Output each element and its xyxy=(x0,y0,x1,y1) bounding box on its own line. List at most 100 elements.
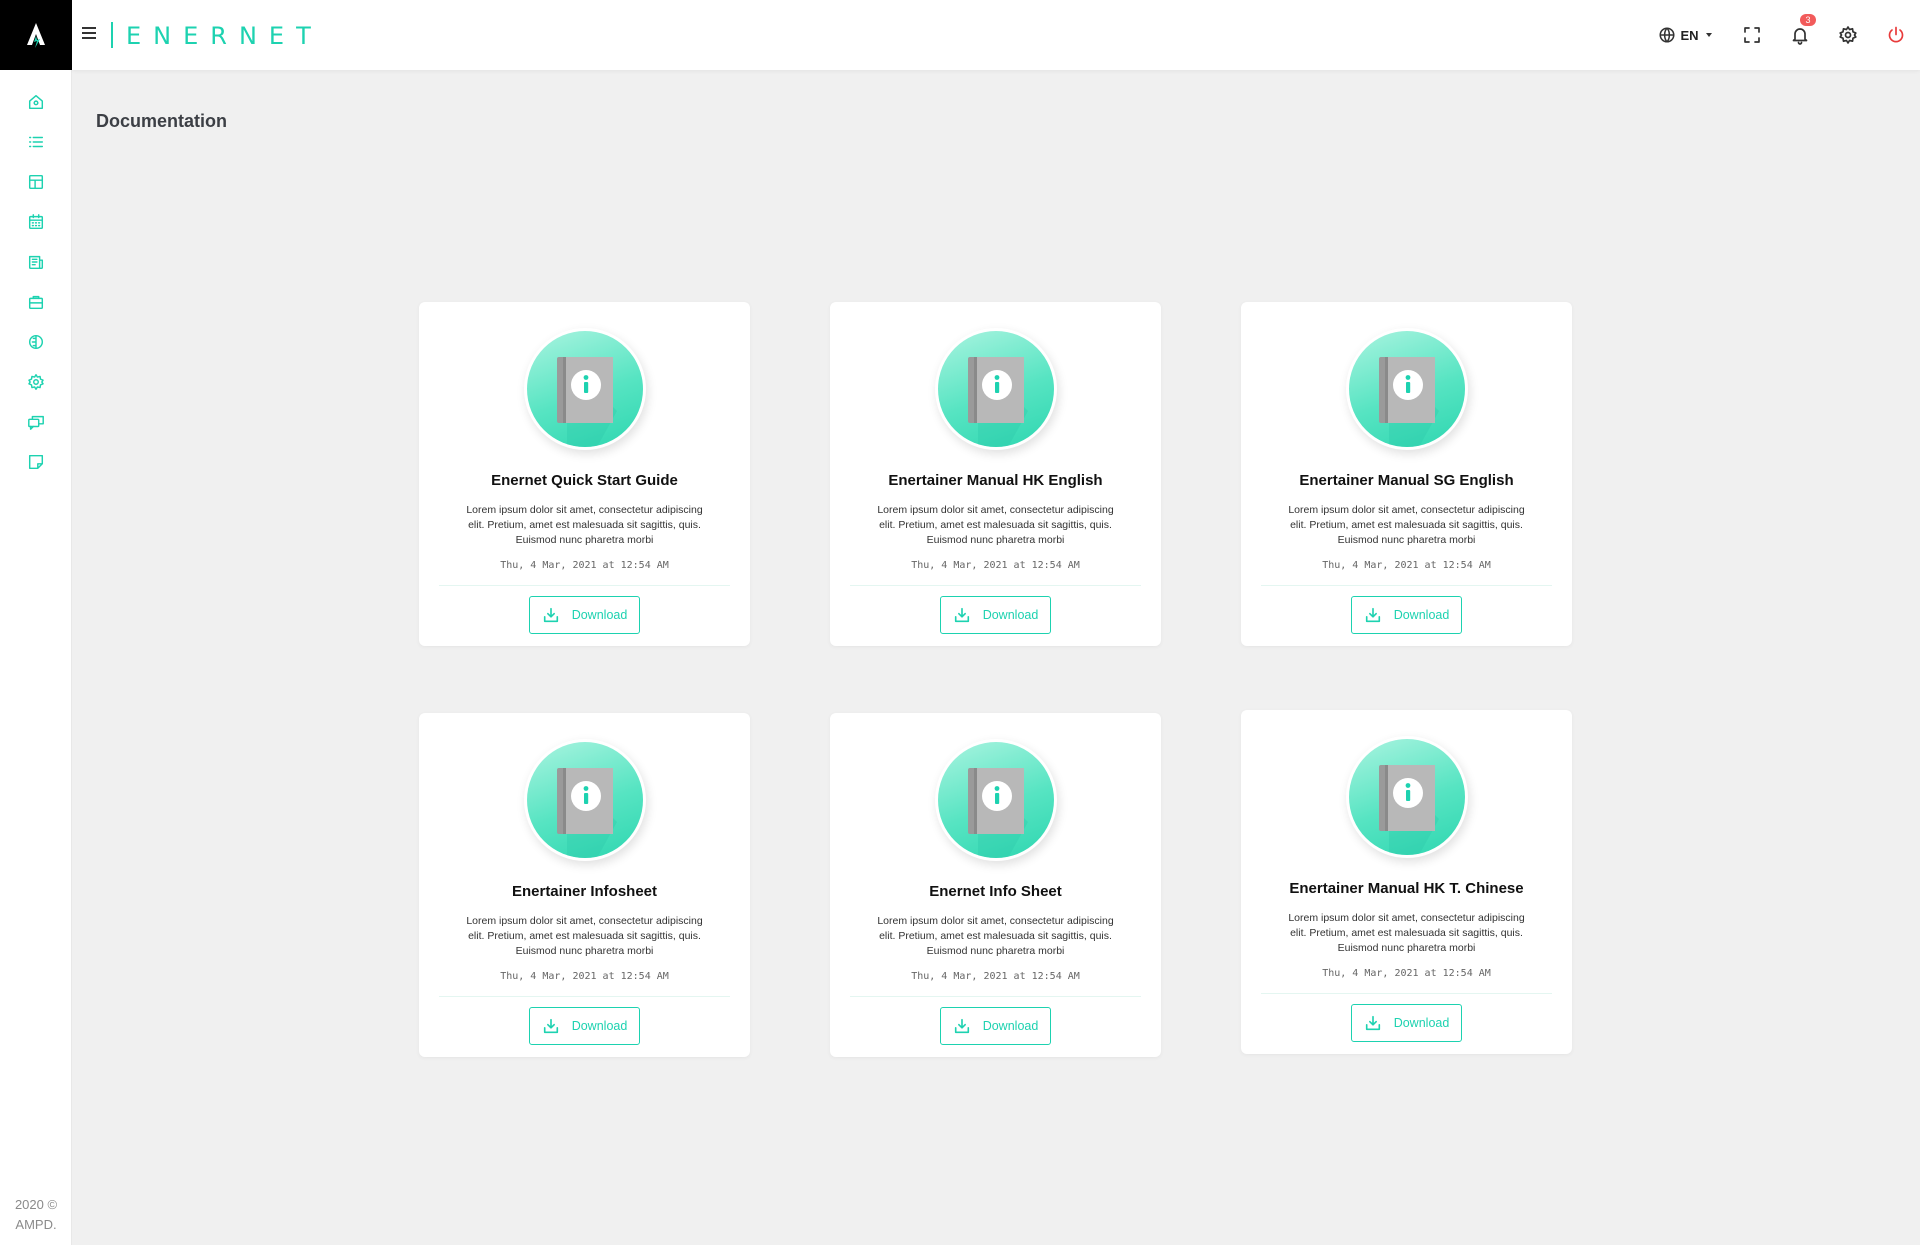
sidebar-item-briefcase[interactable] xyxy=(0,282,72,322)
briefcase-icon xyxy=(28,295,44,310)
card-date: Thu, 4 Mar, 2021 at 12:54 AM xyxy=(500,971,669,982)
language-label: EN xyxy=(1680,27,1699,43)
card-description: Lorem ipsum dolor sit amet, consectetur … xyxy=(1288,504,1525,546)
download-button[interactable]: Download xyxy=(1351,1004,1462,1042)
download-button-label: Download xyxy=(982,1019,1039,1033)
card-divider xyxy=(850,585,1141,586)
download-icon xyxy=(543,607,558,623)
card-divider xyxy=(1261,585,1552,586)
card-date: Thu, 4 Mar, 2021 at 12:54 AM xyxy=(1322,968,1491,979)
download-button[interactable]: Download xyxy=(529,596,640,634)
gear-icon xyxy=(28,374,44,390)
header-actions: EN 3 xyxy=(1650,0,1920,70)
download-icon xyxy=(543,1018,558,1034)
card-date: Thu, 4 Mar, 2021 at 12:54 AM xyxy=(1322,560,1491,571)
download-button[interactable]: Download xyxy=(940,596,1051,634)
chevron-down-icon xyxy=(1705,33,1712,37)
sidebar-item-messages[interactable] xyxy=(0,402,72,442)
card-description: Lorem ipsum dolor sit amet, consectetur … xyxy=(1288,912,1525,954)
document-info-icon xyxy=(524,328,646,450)
fullscreen-icon xyxy=(1744,27,1760,43)
document-info-icon xyxy=(935,739,1057,861)
download-button-label: Download xyxy=(982,608,1039,622)
sidebar-nav xyxy=(0,82,72,482)
document-card: Enertainer Infosheet Lorem ipsum dolor s… xyxy=(419,713,750,1057)
calendar-icon xyxy=(28,214,44,230)
globe-icon xyxy=(1659,27,1675,43)
power-icon xyxy=(1888,26,1904,43)
sidebar-item-settings[interactable] xyxy=(0,362,72,402)
document-card: Enertainer Manual SG English Lorem ipsum… xyxy=(1241,302,1572,646)
settings-button[interactable] xyxy=(1824,0,1872,70)
menu-toggle-icon[interactable] xyxy=(82,24,100,46)
app-logo[interactable] xyxy=(0,0,72,70)
logo-icon xyxy=(27,23,45,48)
download-button-label: Download xyxy=(1393,608,1450,622)
copyright: 2020 © AMPD. xyxy=(0,1195,72,1235)
download-button[interactable]: Download xyxy=(940,1007,1051,1045)
download-icon xyxy=(954,1018,969,1034)
card-description: Lorem ipsum dolor sit amet, consectetur … xyxy=(466,504,703,546)
card-description: Lorem ipsum dolor sit amet, consectetur … xyxy=(877,504,1114,546)
download-button[interactable]: Download xyxy=(529,1007,640,1045)
sidebar-item-calendar[interactable] xyxy=(0,202,72,242)
layout-icon xyxy=(28,174,44,190)
list-icon xyxy=(28,136,44,148)
card-date: Thu, 4 Mar, 2021 at 12:54 AM xyxy=(911,971,1080,982)
document-info-icon xyxy=(935,328,1057,450)
document-card: Enertainer Manual HK T. Chinese Lorem ip… xyxy=(1241,710,1572,1054)
document-info-icon xyxy=(1346,736,1468,858)
gear-icon xyxy=(1839,26,1857,44)
home-icon xyxy=(28,94,44,110)
notifications-button[interactable]: 3 xyxy=(1776,0,1824,70)
sidebar-item-list[interactable] xyxy=(0,122,72,162)
card-title: Enertainer Infosheet xyxy=(511,883,658,900)
download-icon xyxy=(1365,607,1380,623)
fullscreen-button[interactable] xyxy=(1728,0,1776,70)
card-date: Thu, 4 Mar, 2021 at 12:54 AM xyxy=(500,560,669,571)
download-button[interactable]: Download xyxy=(1351,596,1462,634)
card-title: Enernet Info Sheet xyxy=(929,883,1062,900)
bell-icon xyxy=(1792,28,1808,45)
note-icon xyxy=(28,454,44,470)
sidebar-item-energy[interactable] xyxy=(0,322,72,362)
chat-icon xyxy=(28,415,44,430)
brand-name: ENERNET xyxy=(126,22,323,50)
sidebar: 2020 © AMPD. xyxy=(0,0,72,1245)
report-icon xyxy=(28,255,44,270)
document-card: Enernet Info Sheet Lorem ipsum dolor sit… xyxy=(830,713,1161,1057)
document-card: Enertainer Manual HK English Lorem ipsum… xyxy=(830,302,1161,646)
document-info-icon xyxy=(1346,328,1468,450)
card-divider xyxy=(1261,993,1552,994)
document-info-icon xyxy=(524,739,646,861)
card-divider xyxy=(439,996,730,997)
logout-button[interactable] xyxy=(1872,0,1920,70)
sidebar-item-layout[interactable] xyxy=(0,162,72,202)
page-title: Documentation xyxy=(96,111,228,131)
card-description: Lorem ipsum dolor sit amet, consectetur … xyxy=(466,915,703,957)
notification-badge: 3 xyxy=(1800,14,1816,26)
sidebar-item-notes[interactable] xyxy=(0,442,72,482)
card-divider xyxy=(439,585,730,586)
card-description: Lorem ipsum dolor sit amet, consectetur … xyxy=(877,915,1114,957)
copyright-year: 2020 © xyxy=(14,1197,58,1212)
top-bar: ENERNET EN 3 xyxy=(72,0,1920,70)
card-title: Enertainer Manual HK English xyxy=(888,472,1103,489)
download-button-label: Download xyxy=(571,608,628,622)
sidebar-item-reports[interactable] xyxy=(0,242,72,282)
download-icon xyxy=(954,607,969,623)
card-title: Enernet Quick Start Guide xyxy=(491,472,678,489)
download-button-label: Download xyxy=(571,1019,628,1033)
card-title: Enertainer Manual SG English xyxy=(1299,472,1514,489)
download-button-label: Download xyxy=(1393,1016,1450,1030)
download-icon xyxy=(1365,1015,1380,1031)
document-card: Enernet Quick Start Guide Lorem ipsum do… xyxy=(419,302,750,646)
card-date: Thu, 4 Mar, 2021 at 12:54 AM xyxy=(911,560,1080,571)
globe-half-icon xyxy=(28,334,44,350)
card-title: Enertainer Manual HK T. Chinese xyxy=(1289,880,1524,897)
copyright-company: AMPD. xyxy=(15,1217,57,1232)
sidebar-item-home[interactable] xyxy=(0,82,72,122)
language-selector[interactable]: EN xyxy=(1650,0,1720,70)
brand-divider xyxy=(111,22,113,48)
card-divider xyxy=(850,996,1141,997)
